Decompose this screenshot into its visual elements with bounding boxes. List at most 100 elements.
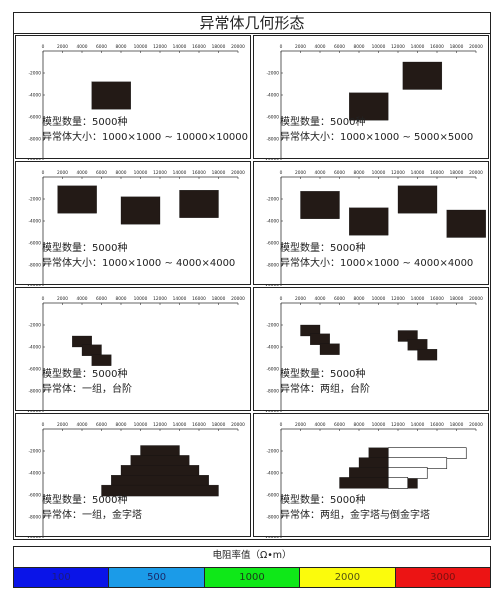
y-tick-label: -4000	[29, 471, 42, 477]
y-tick-label: -2000	[267, 197, 280, 203]
legend-swatch: 500	[109, 568, 205, 587]
x-tick-label: 10000	[372, 422, 386, 428]
x-tick-label: 10000	[134, 296, 148, 302]
anomaly-block	[349, 207, 389, 236]
y-tick-label: -2000	[267, 71, 280, 77]
anomaly-description: 异常体大小：1000×1000 ~ 4000×4000	[280, 258, 474, 269]
x-tick-label: 2000	[57, 44, 68, 50]
y-tick-label: -6000	[29, 241, 42, 247]
x-tick-label: 16000	[192, 296, 206, 302]
x-tick-label: 14000	[411, 296, 425, 302]
x-tick-label: 10000	[134, 422, 148, 428]
model-count-label: 模型数量：5000种	[42, 117, 128, 128]
y-tick-label: -10000	[26, 411, 41, 413]
y-tick-label: -10000	[264, 411, 279, 413]
x-tick-label: 8000	[116, 170, 127, 176]
y-tick-label: -2000	[267, 323, 280, 329]
x-tick-label: 18000	[450, 170, 464, 176]
x-tick-label: 0	[42, 422, 45, 428]
x-tick-label: 2000	[295, 44, 306, 50]
y-tick-label: -10000	[264, 285, 279, 287]
x-tick-label: 12000	[391, 44, 405, 50]
y-tick-label: -4000	[267, 345, 280, 351]
x-tick-label: 20000	[469, 44, 483, 50]
x-tick-label: 20000	[469, 296, 483, 302]
y-tick-label: -8000	[29, 389, 42, 395]
legend-color-bar: 100 500 1000 2000 3000	[14, 567, 491, 587]
model-panel: 0 2000 4000 6000 8000 10000 12000 14000 16000 180…	[253, 287, 489, 413]
x-tick-label: 0	[42, 170, 45, 176]
x-tick-label: 2000	[295, 170, 306, 176]
x-tick-label: 16000	[192, 170, 206, 176]
y-tick-label: -10000	[264, 159, 279, 161]
x-tick-label: 2000	[295, 422, 306, 428]
anomaly-block	[446, 209, 486, 238]
x-tick-label: 2000	[295, 296, 306, 302]
y-tick-label: -8000	[29, 137, 42, 143]
x-tick-label: 14000	[411, 170, 425, 176]
x-tick-label: 10000	[134, 170, 148, 176]
x-tick-label: 18000	[212, 170, 226, 176]
y-tick-label: -8000	[267, 515, 280, 521]
resistivity-legend: 电阻率值（Ω•m） 100 500 1000 2000 3000	[13, 546, 491, 588]
x-tick-label: 0	[42, 296, 45, 302]
legend-swatch: 100	[14, 568, 110, 587]
anomaly-block	[130, 455, 190, 467]
model-panel: 0 2000 4000 6000 8000 10000 12000 14000 16000 180…	[253, 161, 489, 287]
x-tick-label: 20000	[231, 422, 245, 428]
y-tick-label: -8000	[267, 137, 280, 143]
y-tick-label: -8000	[29, 263, 42, 269]
anomaly-block	[120, 465, 200, 477]
x-tick-label: 12000	[391, 422, 405, 428]
y-tick-label: -2000	[29, 71, 42, 77]
anomaly-block	[387, 477, 409, 489]
x-tick-label: 16000	[192, 422, 206, 428]
model-panel: 0 2000 4000 6000 8000 10000 12000 14000 16000 180…	[253, 413, 489, 538]
x-tick-label: 18000	[450, 44, 464, 50]
model-panel: 0 2000 4000 6000 8000 10000 12000 14000 16000 180…	[15, 287, 251, 413]
anomaly-block	[140, 445, 180, 457]
x-tick-label: 4000	[315, 296, 326, 302]
anomaly-block	[319, 343, 340, 355]
model-count-label: 模型数量：5000种	[42, 369, 128, 380]
anomaly-block	[120, 196, 161, 225]
x-tick-label: 18000	[212, 44, 226, 50]
x-tick-label: 20000	[231, 170, 245, 176]
x-tick-label: 6000	[96, 170, 107, 176]
x-tick-label: 6000	[96, 422, 107, 428]
x-tick-label: 16000	[192, 44, 206, 50]
y-tick-label: -6000	[29, 367, 42, 373]
model-panel: 0 2000 4000 6000 8000 10000 12000 14000 16000 180…	[15, 413, 251, 539]
x-tick-label: 8000	[354, 44, 365, 50]
x-tick-label: 4000	[77, 296, 88, 302]
x-tick-label: 20000	[231, 296, 245, 302]
anomaly-block	[417, 349, 438, 361]
anomaly-description: 异常体：一组，金字塔	[42, 510, 142, 521]
x-tick-label: 8000	[116, 296, 127, 302]
x-tick-label: 10000	[372, 296, 386, 302]
y-tick-label: -10000	[26, 537, 41, 539]
y-tick-label: -4000	[29, 345, 42, 351]
legend-swatch: 1000	[204, 568, 301, 587]
anomaly-block	[387, 447, 467, 460]
y-tick-label: -4000	[267, 471, 280, 477]
y-tick-label: -4000	[29, 93, 42, 99]
anomaly-block	[91, 81, 131, 110]
x-tick-label: 16000	[430, 422, 444, 428]
x-tick-label: 0	[280, 170, 283, 176]
x-tick-label: 18000	[212, 422, 226, 428]
y-tick-label: -10000	[26, 159, 41, 161]
x-tick-label: 4000	[315, 44, 326, 50]
anomaly-block	[57, 185, 97, 214]
x-tick-label: 10000	[372, 44, 386, 50]
anomaly-block	[111, 475, 209, 487]
x-tick-label: 12000	[153, 170, 167, 176]
x-tick-label: 20000	[469, 422, 483, 428]
x-tick-label: 16000	[430, 170, 444, 176]
y-tick-label: -10000	[26, 285, 41, 287]
x-tick-label: 8000	[116, 422, 127, 428]
x-tick-label: 14000	[173, 170, 187, 176]
x-tick-label: 0	[280, 44, 283, 50]
y-tick-label: -2000	[29, 197, 42, 203]
x-tick-label: 4000	[77, 422, 88, 428]
